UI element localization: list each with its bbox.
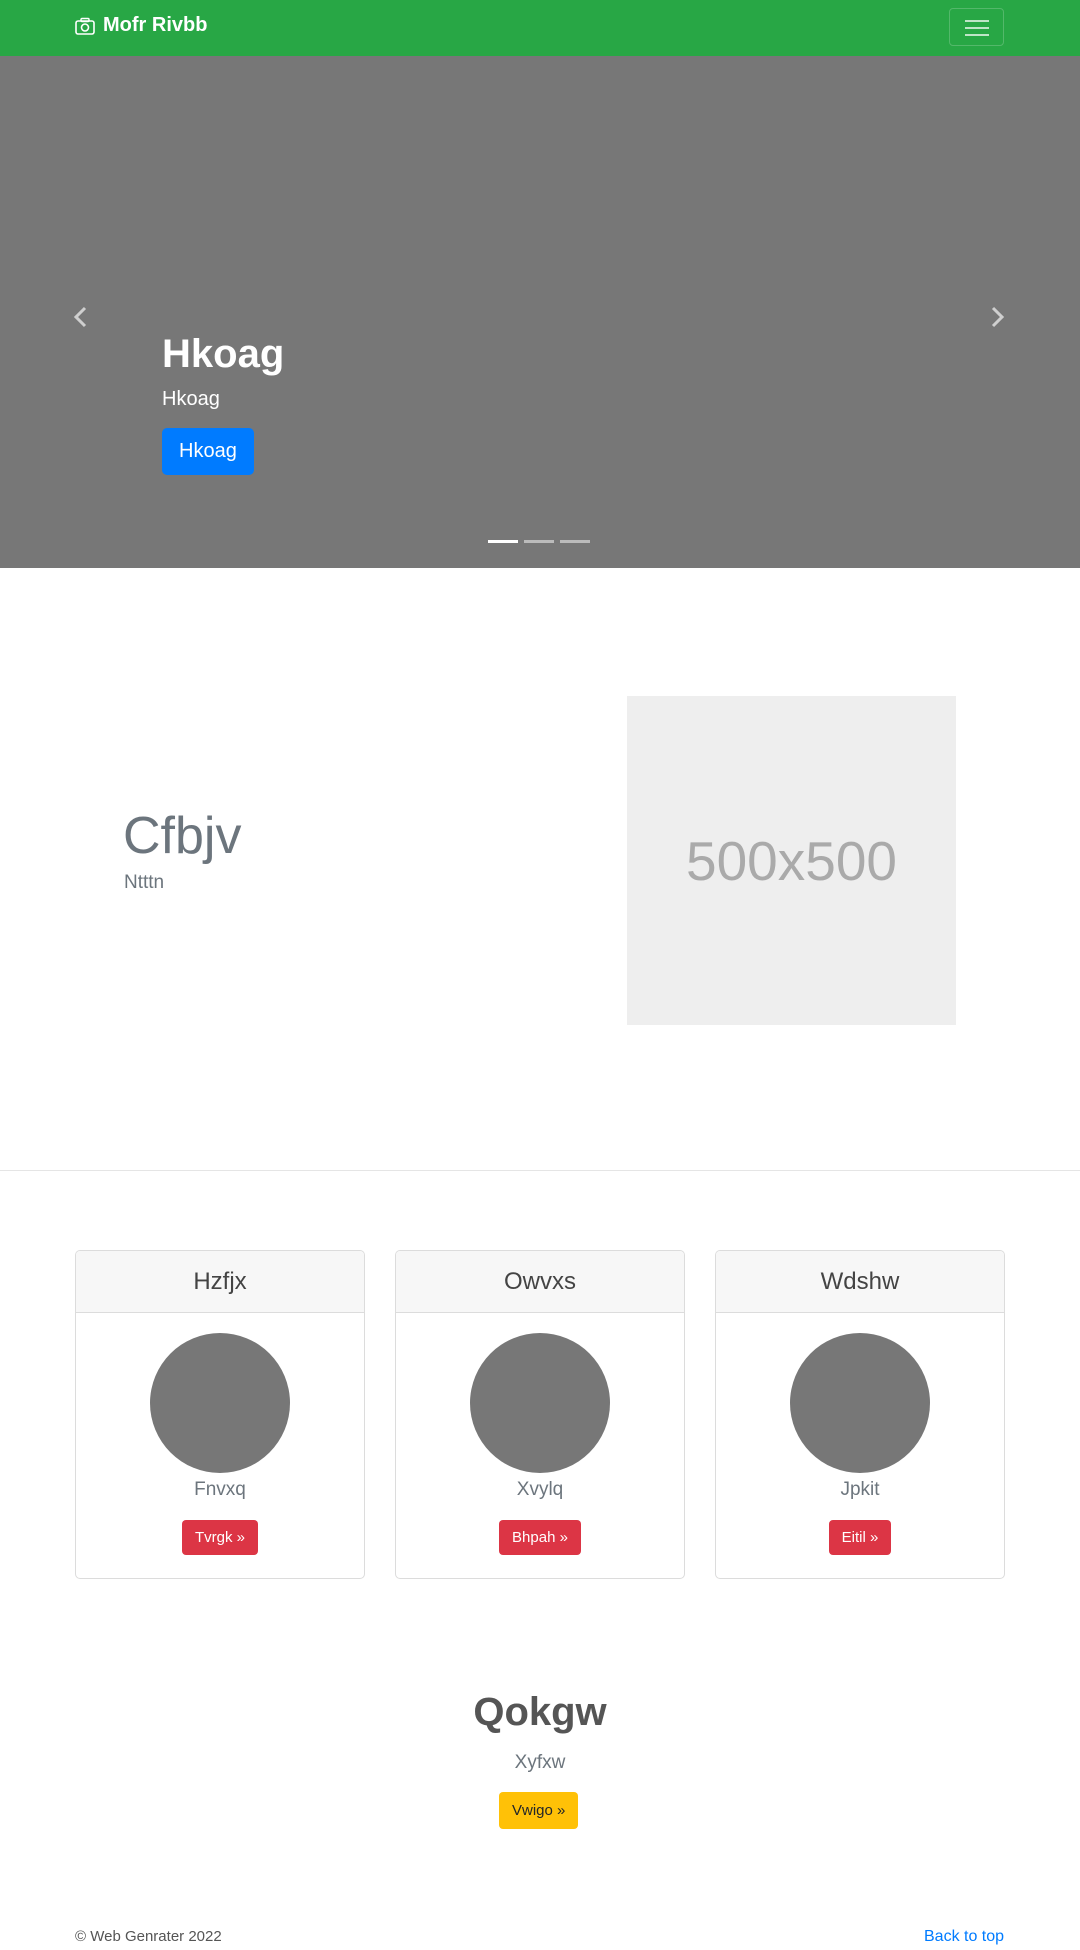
carousel-indicators xyxy=(488,540,590,543)
camera-icon xyxy=(75,17,95,35)
carousel-indicator[interactable] xyxy=(488,540,518,543)
navbar-toggler-button[interactable] xyxy=(949,8,1004,46)
card: Hzfjx Fnvxq Tvrgk » xyxy=(75,1250,365,1579)
back-to-top-link[interactable]: Back to top xyxy=(924,1928,1004,1946)
carousel-subtitle: Hkoag xyxy=(162,388,220,410)
carousel-caption: Hkoag Hkoag Hkoag xyxy=(162,330,284,475)
navbar: Mofr Rivbb xyxy=(0,0,1080,56)
card-text: Jpkit xyxy=(840,1479,880,1500)
cta-title: Qokgw xyxy=(473,1690,607,1734)
card-button[interactable]: Eitil » xyxy=(828,1520,892,1555)
carousel-button[interactable]: Hkoag xyxy=(162,428,254,475)
card-text: Fnvxq xyxy=(194,1479,246,1500)
card-button[interactable]: Bhpah » xyxy=(499,1520,581,1555)
cta-button[interactable]: Vwigo » xyxy=(499,1792,579,1829)
card-button[interactable]: Tvrgk » xyxy=(181,1520,258,1555)
card: Owvxs Xvylq Bhpah » xyxy=(395,1250,685,1579)
chevron-left-icon[interactable] xyxy=(72,301,88,335)
brand-name: Mofr Rivbb xyxy=(103,14,208,36)
hero-carousel: Hkoag Hkoag Hkoag xyxy=(0,56,1080,568)
card-title: Hzfjx xyxy=(76,1251,364,1313)
feature-title: Cfbjv xyxy=(123,807,242,865)
card-title: Wdshw xyxy=(716,1251,1004,1313)
section-divider xyxy=(0,1170,1080,1171)
card: Wdshw Jpkit Eitil » xyxy=(715,1250,1005,1579)
footer-copyright: © Web Genrater 2022 xyxy=(75,1928,222,1945)
card-title: Owvxs xyxy=(396,1251,684,1313)
avatar xyxy=(150,1333,290,1473)
carousel-indicator[interactable] xyxy=(560,540,590,543)
feature-subtitle: Ntttn xyxy=(124,872,165,893)
feature-image-placeholder: 500x500 xyxy=(627,696,956,1025)
cta-subtitle: Xyfxw xyxy=(514,1752,566,1773)
brand-link[interactable]: Mofr Rivbb xyxy=(75,14,207,37)
carousel-title: Hkoag xyxy=(162,332,285,376)
image-size-label: 500x500 xyxy=(685,829,898,892)
avatar xyxy=(790,1333,930,1473)
chevron-right-icon[interactable] xyxy=(990,301,1006,335)
avatar xyxy=(470,1333,610,1473)
carousel-indicator[interactable] xyxy=(524,540,554,543)
card-text: Xvylq xyxy=(516,1479,564,1500)
